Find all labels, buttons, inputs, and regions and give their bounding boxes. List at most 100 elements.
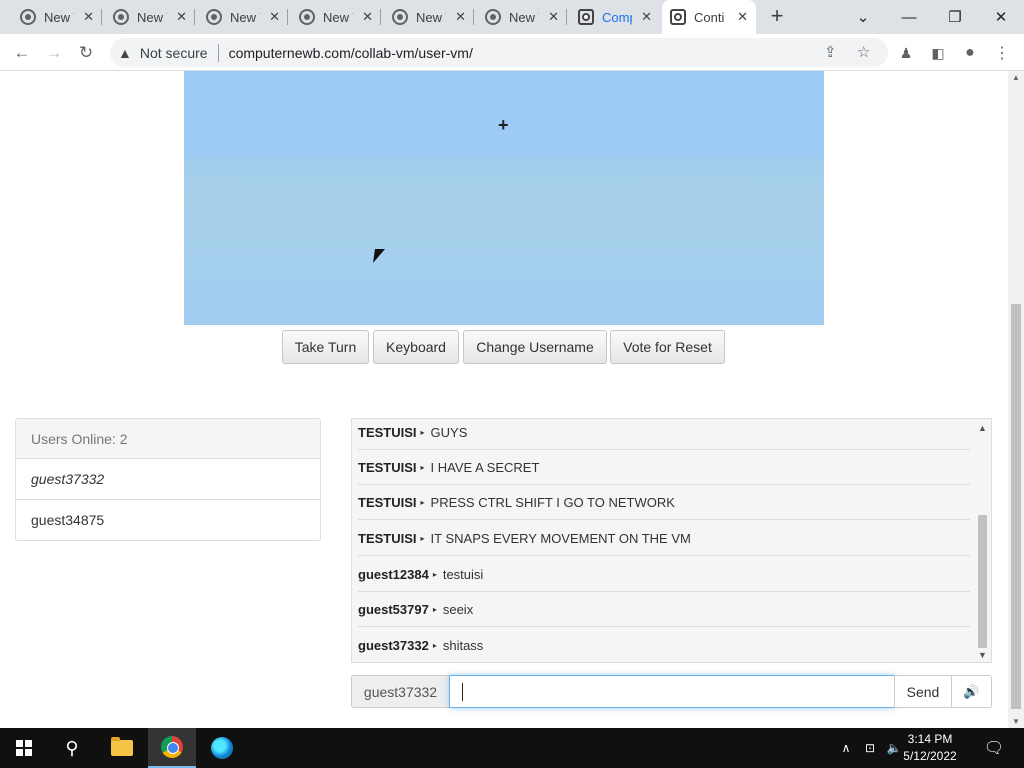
browser-tab[interactable]: New Tab ✕: [198, 0, 288, 34]
back-button[interactable]: ←: [9, 40, 35, 66]
warning-icon[interactable]: ▲: [118, 45, 132, 61]
change-username-button[interactable]: Change Username: [463, 330, 607, 364]
chat-text: seeix: [442, 601, 474, 617]
close-tab-icon[interactable]: ✕: [83, 9, 94, 25]
text-caret: [462, 683, 463, 701]
chat-scrollbar-thumb[interactable]: [978, 515, 987, 648]
page-content: + Take Turn Keyboard Change Username Vot…: [0, 71, 1024, 728]
close-tab-icon[interactable]: ✕: [362, 9, 373, 25]
reload-button[interactable]: ↻: [73, 40, 99, 66]
chat-text: PRESS CTRL SHIFT I GO TO NETWORK: [430, 494, 675, 510]
arrow-icon: ▸: [432, 569, 437, 579]
chat-username: TESTUISI: [358, 494, 417, 510]
chat-message: guest37332 ▸ shitass: [358, 628, 970, 662]
tab-title: New Tab: [137, 9, 167, 25]
browser-tab[interactable]: New Tab ✕: [105, 0, 195, 34]
browser-tab[interactable]: Comp ✕: [570, 0, 660, 34]
scroll-up-arrow-icon[interactable]: ▲: [1012, 73, 1020, 82]
speaker-icon[interactable]: 🔊: [951, 675, 992, 708]
close-window-button[interactable]: ✕: [978, 0, 1024, 34]
chat-username: guest53797: [358, 601, 429, 617]
tab-search-chevron-icon[interactable]: ⌄: [840, 0, 886, 34]
start-button[interactable]: [0, 728, 48, 768]
chat-text: GUYS: [430, 424, 468, 440]
user-list-item: guest34875: [31, 512, 105, 528]
chat-username: TESTUISI: [358, 424, 417, 440]
forward-button[interactable]: →: [41, 40, 67, 66]
bookmark-star-icon[interactable]: ☆: [857, 43, 870, 61]
omnibox-divider: [217, 43, 219, 62]
share-icon[interactable]: ⇪: [824, 43, 837, 61]
chat-text: I HAVE A SECRET: [430, 459, 540, 475]
chrome-icon: [20, 9, 36, 25]
clock-date: 5/12/2022: [903, 749, 957, 763]
search-icon[interactable]: ⚲: [48, 728, 96, 768]
mouse-pointer-icon: [373, 249, 385, 263]
close-tab-icon[interactable]: ✕: [269, 9, 280, 25]
url-text[interactable]: computernewb.com/collab-vm/user-vm/: [229, 45, 473, 61]
system-clock[interactable]: 3:14 PM 5/12/2022: [900, 731, 960, 765]
arrow-icon: ▸: [432, 641, 437, 650]
chrome-taskbar-icon[interactable]: [148, 728, 196, 768]
close-tab-icon[interactable]: ✕: [548, 9, 559, 25]
chat-text: testuisi: [442, 566, 484, 582]
arrow-icon: ▸: [432, 604, 437, 614]
chat-input[interactable]: [449, 675, 895, 708]
side-panel-icon[interactable]: ◧: [925, 40, 951, 66]
take-turn-button[interactable]: Take Turn: [282, 330, 369, 364]
address-bar[interactable]: ▲ Not secure computernewb.com/collab-vm/…: [110, 38, 888, 67]
security-label[interactable]: Not secure: [140, 45, 208, 61]
tab-title: Conti: [694, 9, 724, 25]
menu-icon[interactable]: ⋮: [989, 40, 1015, 66]
close-tab-icon[interactable]: ✕: [176, 9, 187, 25]
profile-icon[interactable]: ●: [957, 40, 983, 66]
chat-message: TESTUISI ▸ PRESS CTRL SHIFT I GO TO NETWOR…: [358, 485, 970, 520]
chrome-icon: [485, 9, 501, 25]
notifications-icon[interactable]: 🗨: [980, 728, 1008, 768]
tab-title: New Tab: [509, 9, 539, 25]
scroll-up-arrow-icon[interactable]: ▲: [978, 423, 987, 433]
tray-chevron-icon[interactable]: ∧: [836, 728, 856, 768]
chat-message: TESTUISI ▸ IT SNAPS EVERY MOVEMENT ON THE …: [358, 521, 970, 556]
vm-display[interactable]: +: [184, 71, 824, 325]
scroll-down-arrow-icon[interactable]: ▼: [1012, 717, 1020, 726]
send-button[interactable]: Send: [894, 675, 952, 708]
browser-tab[interactable]: New Tab ✕: [291, 0, 381, 34]
chat-message: TESTUISI ▸ I HAVE A SECRET: [358, 450, 970, 485]
chat-username: guest12384: [358, 566, 429, 582]
page-scrollbar[interactable]: ▲ ▼: [1008, 71, 1024, 728]
browser-tab[interactable]: New Tab ✕: [384, 0, 474, 34]
tab-separator: [101, 9, 102, 25]
tab-separator: [566, 9, 567, 25]
browser-tab-active[interactable]: Conti ✕: [662, 0, 756, 34]
chat-message: TESTUISI ▸ GUYS: [358, 419, 970, 450]
minimize-button[interactable]: —: [886, 0, 932, 34]
chrome-icon: [113, 9, 129, 25]
browser-tab[interactable]: New Tab ✕: [477, 0, 567, 34]
edge-icon[interactable]: [198, 728, 246, 768]
start-icon: [16, 740, 32, 756]
arrow-icon: ▸: [420, 427, 425, 437]
collabvm-icon: [578, 9, 594, 25]
page-scrollbar-thumb[interactable]: [1011, 304, 1021, 709]
restore-button[interactable]: ❐: [932, 0, 978, 34]
close-tab-icon[interactable]: ✕: [455, 9, 466, 25]
scroll-down-arrow-icon[interactable]: ▼: [978, 650, 987, 660]
extensions-icon[interactable]: ♟: [893, 40, 919, 66]
vote-reset-button[interactable]: Vote for Reset: [610, 330, 725, 364]
close-tab-icon[interactable]: ✕: [737, 9, 748, 25]
new-tab-button[interactable]: +: [766, 4, 788, 30]
network-icon[interactable]: ⊡: [860, 728, 880, 768]
chat-scrollbar[interactable]: ▲ ▼: [974, 419, 991, 662]
chrome-icon: [392, 9, 408, 25]
close-tab-icon[interactable]: ✕: [641, 9, 652, 25]
browser-tab[interactable]: New Tab ✕: [12, 0, 102, 34]
chat-messages-panel[interactable]: TESTUISI ▸ GUYS TESTUISI ▸ I HAVE A SECRET T…: [351, 418, 992, 663]
tab-title: New Tab: [44, 9, 74, 25]
chat-username: guest37332: [358, 638, 429, 653]
keyboard-button[interactable]: Keyboard: [373, 330, 459, 364]
file-explorer-icon[interactable]: [98, 728, 146, 768]
tab-separator: [287, 9, 288, 25]
users-online-panel: Users Online: 2 guest37332 guest34875: [15, 418, 321, 541]
arrow-icon: ▸: [420, 497, 425, 507]
